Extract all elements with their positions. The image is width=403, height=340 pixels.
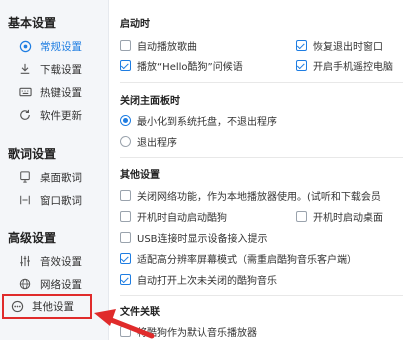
nav-item-window-lyrics[interactable]: 窗口歌词 bbox=[0, 189, 108, 211]
checkbox-usb-prompt[interactable]: USB连接时显示设备接入提示 bbox=[120, 230, 268, 245]
globe-icon bbox=[16, 277, 34, 291]
nav-item-sound-effect[interactable]: 音效设置 bbox=[0, 250, 108, 272]
checkbox-play-greeting[interactable]: 播放“Hello酷狗”问候语 bbox=[120, 58, 243, 73]
nav-item-hotkey[interactable]: 热键设置 bbox=[0, 81, 108, 103]
checkbox-label: 自动播放歌曲 bbox=[137, 42, 197, 53]
nav-item-label: 网络设置 bbox=[40, 278, 82, 291]
checkbox-label: 适配高分辨率屏幕模式（需重启酷狗音乐客户端） bbox=[137, 255, 357, 266]
nav-item-download[interactable]: 下载设置 bbox=[0, 58, 108, 80]
checkbox-box[interactable] bbox=[120, 40, 131, 51]
radio-minimize-tray[interactable]: 最小化到系统托盘，不退出程序 bbox=[120, 113, 277, 128]
checkbox-box[interactable] bbox=[296, 211, 307, 222]
checkbox-label: 恢复退出时窗口 bbox=[313, 42, 383, 53]
radio-exit-program[interactable]: 退出程序 bbox=[120, 134, 177, 149]
nav-item-label: 热键设置 bbox=[40, 86, 82, 99]
radio-button[interactable] bbox=[120, 136, 131, 147]
nav-item-label: 窗口歌词 bbox=[40, 194, 82, 207]
checkbox-restore-last[interactable]: 恢复退出时窗口 bbox=[296, 38, 383, 53]
nav-item-general[interactable]: 常规设置 bbox=[0, 35, 108, 57]
radio-label: 退出程序 bbox=[137, 138, 177, 149]
group-title-close-panel: 关闭主面板时 bbox=[120, 96, 180, 107]
group-title-startup: 启动时 bbox=[120, 19, 150, 30]
nav-item-label: 其他设置 bbox=[32, 301, 74, 313]
checkbox-box[interactable] bbox=[120, 60, 131, 71]
group-title-other: 其他设置 bbox=[120, 170, 160, 181]
checkbox-default-player[interactable]: 将酷狗作为默认音乐播放器 bbox=[120, 324, 257, 339]
radio-label: 最小化到系统托盘，不退出程序 bbox=[137, 117, 277, 128]
checkbox-label: 关闭网络功能，作为本地播放器使用。(试听和下载会员 bbox=[137, 192, 381, 203]
checkbox-box[interactable] bbox=[120, 326, 131, 337]
checkbox-label: 自动打开上次未关闭的酷狗音乐 bbox=[137, 276, 277, 287]
section-title-advanced: 高级设置 bbox=[8, 231, 57, 245]
keyboard-icon bbox=[16, 85, 34, 99]
checkbox-box[interactable] bbox=[120, 211, 131, 222]
checkbox-label: USB连接时显示设备接入提示 bbox=[137, 234, 268, 245]
checkbox-auto-play[interactable]: 自动播放歌曲 bbox=[120, 38, 197, 53]
download-icon bbox=[16, 62, 34, 76]
checkbox-auto-start-desktop[interactable]: 开机时启动桌面 bbox=[296, 209, 383, 224]
equalizer-icon bbox=[16, 254, 34, 268]
nav-item-label: 下载设置 bbox=[40, 63, 82, 76]
radio-button[interactable] bbox=[120, 115, 131, 126]
desktop-lyric-icon bbox=[16, 170, 34, 184]
checkbox-box[interactable] bbox=[120, 253, 131, 264]
checkbox-auto-open-music[interactable]: 自动打开上次未关闭的酷狗音乐 bbox=[120, 272, 277, 287]
checkbox-box[interactable] bbox=[120, 274, 131, 285]
checkbox-open-remote[interactable]: 开启手机遥控电脑 bbox=[296, 58, 393, 73]
settings-sidebar: 基本设置 常规设置 下载设置 热键设置 软件更新 歌词设置 桌面歌词 窗口歌词 … bbox=[0, 0, 109, 340]
checkbox-close-network[interactable]: 关闭网络功能，作为本地播放器使用。(试听和下载会员 bbox=[120, 188, 381, 203]
divider bbox=[120, 82, 403, 83]
refresh-icon bbox=[16, 108, 34, 122]
settings-content: 启动时 自动播放歌曲 恢复退出时窗口 播放“Hello酷狗”问候语 开启手机遥控… bbox=[109, 0, 403, 340]
divider bbox=[120, 157, 403, 158]
nav-item-label: 桌面歌词 bbox=[40, 171, 82, 184]
nav-item-network[interactable]: 网络设置 bbox=[0, 273, 108, 295]
checkbox-box[interactable] bbox=[296, 40, 307, 51]
section-title-lyrics: 歌词设置 bbox=[8, 147, 57, 161]
checkbox-label: 开启手机遥控电脑 bbox=[313, 62, 393, 73]
gear-icon bbox=[16, 39, 34, 53]
nav-item-other[interactable]: 其他设置 bbox=[2, 294, 92, 319]
more-icon bbox=[8, 300, 26, 314]
nav-item-label: 常规设置 bbox=[40, 40, 82, 53]
nav-item-label: 音效设置 bbox=[40, 255, 82, 268]
divider bbox=[120, 295, 403, 296]
checkbox-label: 将酷狗作为默认音乐播放器 bbox=[137, 328, 257, 339]
checkbox-label: 开机时自动启动酷狗 bbox=[137, 213, 227, 224]
checkbox-label: 播放“Hello酷狗”问候语 bbox=[137, 62, 243, 73]
window-lyric-icon bbox=[16, 193, 34, 207]
nav-item-desktop-lyrics[interactable]: 桌面歌词 bbox=[0, 166, 108, 188]
checkbox-high-dpi[interactable]: 适配高分辨率屏幕模式（需重启酷狗音乐客户端） bbox=[120, 251, 357, 266]
checkbox-box[interactable] bbox=[120, 190, 131, 201]
nav-item-label: 软件更新 bbox=[40, 109, 82, 122]
checkbox-label: 开机时启动桌面 bbox=[313, 213, 383, 224]
checkbox-auto-start[interactable]: 开机时自动启动酷狗 bbox=[120, 209, 227, 224]
checkbox-box[interactable] bbox=[120, 232, 131, 243]
checkbox-box[interactable] bbox=[296, 60, 307, 71]
group-title-file-assoc: 文件关联 bbox=[120, 307, 160, 318]
section-title-basic: 基本设置 bbox=[8, 16, 57, 30]
nav-item-update[interactable]: 软件更新 bbox=[0, 104, 108, 126]
